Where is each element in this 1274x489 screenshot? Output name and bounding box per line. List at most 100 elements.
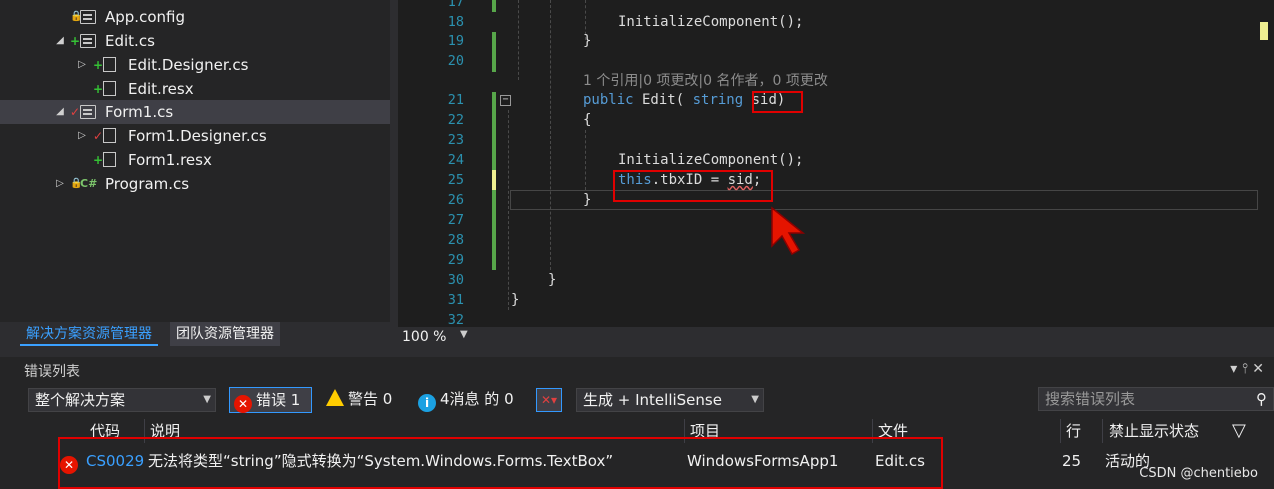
keyword-public: public	[583, 92, 634, 108]
panel-window-controls[interactable]: ▾ ⫯ ✕	[1230, 361, 1264, 377]
scope-value: 整个解决方案	[35, 391, 126, 409]
highlight-box-parameter	[752, 91, 803, 113]
expand-right-icon[interactable]: ▷	[54, 172, 66, 196]
change-marker-saved	[492, 32, 496, 72]
added-icon: +	[70, 34, 81, 48]
code-line-18: InitializeComponent();	[618, 14, 804, 30]
change-marker-saved	[492, 190, 496, 270]
form-file-icon	[80, 105, 96, 119]
code-line-26: }	[583, 192, 592, 208]
line-number: 31	[447, 292, 464, 308]
tab-team-explorer[interactable]: 团队资源管理器	[170, 322, 280, 346]
warnings-count: 警告 0	[348, 390, 393, 408]
line-number: 27	[447, 212, 464, 228]
line-number: 26	[447, 192, 464, 208]
codelens-references[interactable]: 1 个引用|0 项更改|0 名作者，0 项更改	[583, 71, 828, 91]
change-marker-saved	[492, 92, 496, 170]
indent-guide	[585, 130, 586, 190]
expand-right-icon[interactable]: ▷	[76, 53, 88, 77]
tree-item-form1-resx[interactable]: + Form1.resx	[0, 148, 390, 172]
highlight-box-assignment	[613, 170, 773, 202]
scrollbar-change-marker	[1260, 22, 1268, 40]
messages-count: 4消息 的 0	[440, 390, 514, 408]
build-source-value: 生成 + IntelliSense	[583, 391, 722, 409]
column-filter-icon[interactable]: ▽	[1232, 419, 1246, 443]
errors-filter-button[interactable]: ✕ 错误 1	[229, 387, 312, 413]
panel-title: 错误列表	[24, 364, 80, 380]
keyword-string: string	[692, 92, 744, 108]
modified-check-icon: ✓	[93, 129, 104, 143]
added-icon: +	[93, 58, 104, 72]
code-line-24: InitializeComponent();	[618, 152, 804, 168]
expand-down-icon[interactable]: ◢	[54, 100, 66, 124]
editor-status-bar: 100 % ▼	[398, 327, 1274, 347]
watermark: CSDN @chentiebo	[1139, 466, 1258, 481]
scope-dropdown[interactable]: 整个解决方案 ▼	[28, 388, 216, 412]
explorer-tabs: 解决方案资源管理器 团队资源管理器	[20, 322, 390, 346]
chevron-down-icon: ▼	[751, 394, 759, 405]
line-number: 29	[447, 252, 464, 268]
code-line-30: }	[548, 272, 557, 288]
search-error-list-input[interactable]: 搜索错误列表 ⚲	[1038, 387, 1274, 411]
tree-item-edit-cs[interactable]: ◢ + Edit.cs	[0, 29, 390, 53]
added-icon: +	[93, 153, 104, 167]
line-number: 30	[447, 272, 464, 288]
change-marker-unsaved	[492, 170, 496, 190]
collapse-toggle-icon[interactable]: −	[500, 95, 511, 106]
line-number: 23	[447, 132, 464, 148]
expand-right-icon[interactable]: ▷	[76, 124, 88, 148]
error-list-panel: 错误列表 ▾ ⫯ ✕ 整个解决方案 ▼ ✕ 错误 1 警告 0 i 4消息 的 0 …	[0, 357, 1274, 489]
change-marker-saved	[492, 0, 496, 12]
code-line-22: {	[583, 112, 592, 128]
method-name: Edit(	[633, 92, 693, 108]
error-icon: ✕	[234, 395, 252, 413]
indent-guide	[508, 110, 509, 310]
chevron-down-icon[interactable]: ▼	[460, 329, 468, 340]
messages-filter-button[interactable]: i 4消息 的 0	[418, 387, 514, 413]
tab-solution-explorer[interactable]: 解决方案资源管理器	[20, 322, 158, 346]
cs-file-icon	[103, 128, 116, 143]
tree-item-edit-designer-cs[interactable]: ▷ + Edit.Designer.cs	[0, 53, 390, 77]
resx-file-icon	[103, 81, 116, 96]
csharp-file-icon: C#	[80, 177, 98, 190]
search-icon[interactable]: ⚲	[1256, 388, 1267, 410]
config-file-icon	[80, 10, 96, 24]
form-file-icon	[80, 34, 96, 48]
code-editor[interactable]: − 17 18 19 20 21 22 23 24 25 26 27 28 29…	[398, 0, 1274, 328]
tree-item-app-config[interactable]: 🔒 App.config	[0, 5, 390, 29]
warning-icon	[326, 389, 344, 406]
tree-item-form1-cs[interactable]: ◢ ✓ Form1.cs	[0, 100, 390, 124]
build-source-dropdown[interactable]: 生成 + IntelliSense ▼	[576, 388, 764, 412]
indent-guide	[550, 0, 551, 270]
info-icon: i	[418, 394, 436, 412]
tree-item-program-cs[interactable]: ▷ 🔒 C# Program.cs	[0, 172, 390, 196]
added-icon: +	[93, 82, 104, 96]
lock-icon: 🔒	[70, 11, 83, 22]
filter-toggle-icon[interactable]: ✕▾	[536, 388, 562, 412]
tree-item-edit-resx[interactable]: + Edit.resx	[0, 77, 390, 101]
column-separator	[1102, 419, 1103, 443]
chevron-down-icon: ▼	[203, 394, 211, 405]
highlight-box-error-row	[58, 437, 943, 489]
red-cursor-arrow-icon	[771, 206, 806, 256]
warnings-filter-button[interactable]: 警告 0	[326, 387, 392, 413]
lock-icon: 🔒	[70, 178, 83, 189]
line-number: 28	[447, 232, 464, 248]
line-number: 20	[447, 53, 464, 69]
solution-explorer: 🔒 App.config ◢ + Edit.cs ▷ + Edit.Design…	[0, 0, 390, 322]
column-header-line[interactable]: 行	[1066, 419, 1081, 443]
line-number: 19	[447, 33, 464, 49]
cs-file-icon	[103, 57, 116, 72]
column-header-suppression[interactable]: 禁止显示状态	[1109, 419, 1199, 443]
line-number: 22	[447, 112, 464, 128]
line-number: 18	[447, 14, 464, 30]
zoom-level[interactable]: 100 %	[402, 327, 446, 347]
expand-down-icon[interactable]: ◢	[54, 29, 66, 53]
error-line: 25	[1062, 452, 1082, 470]
code-line-31: }	[511, 292, 520, 308]
column-separator	[1060, 419, 1061, 443]
errors-count: 错误 1	[256, 391, 301, 409]
tree-item-form1-designer-cs[interactable]: ▷ ✓ Form1.Designer.cs	[0, 124, 390, 148]
indent-guide	[518, 0, 519, 80]
search-placeholder: 搜索错误列表	[1045, 390, 1136, 408]
